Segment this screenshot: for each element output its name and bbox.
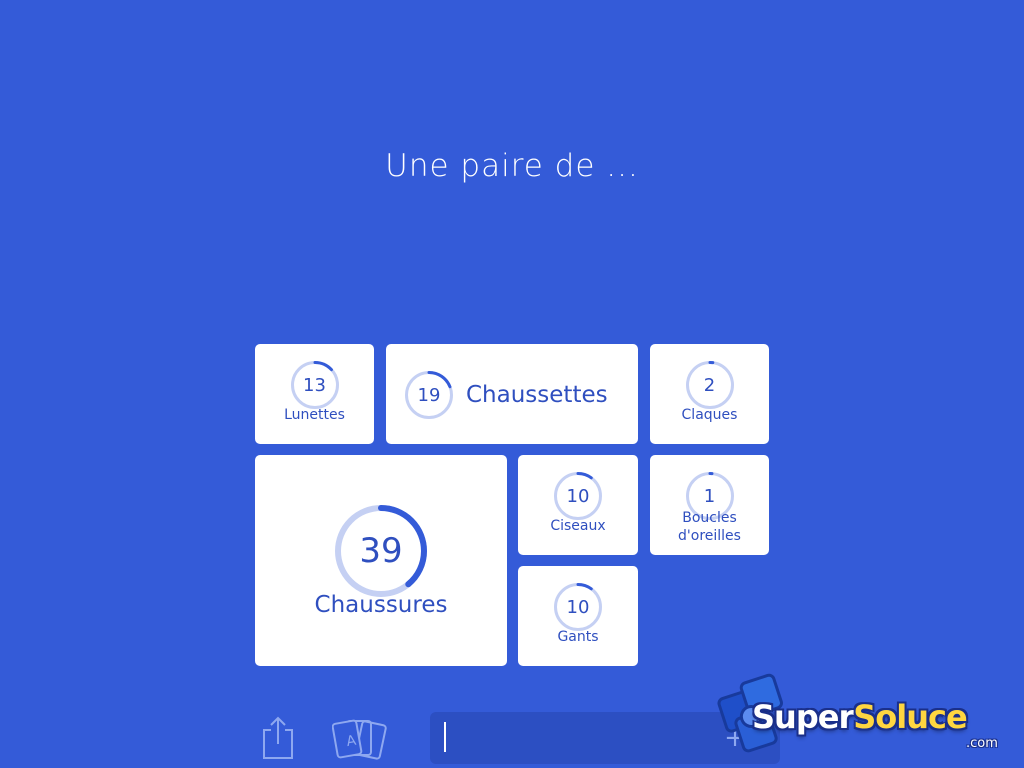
progress-ring: 10 [553,471,603,521]
answer-tile-ciseaux[interactable]: 10 Ciseaux [518,455,638,555]
logo-wordmark: SuperSoluce [752,698,968,736]
answer-label: Lunettes [284,407,345,423]
logo-dotcom: .com [966,736,998,751]
supersoluce-logo: SuperSoluce .com [704,664,1004,764]
answer-tile-chaussettes[interactable]: 19 Chaussettes [386,344,638,444]
answer-count: 10 [566,596,590,618]
text-caret [444,722,446,752]
answer-tile-gants[interactable]: 10 Gants [518,566,638,666]
answer-count: 19 [417,384,441,406]
progress-ring: 39 [334,504,428,598]
answer-count: 2 [703,374,716,396]
answer-label: Gants [557,629,599,645]
answer-label: Chaussettes [466,382,608,408]
answer-label-line-2: d'oreilles [678,528,741,544]
progress-ring: 19 [404,370,454,420]
question-text: Une paire de ... [385,148,639,184]
answer-count: 39 [359,531,403,571]
logo-super: Super [752,698,854,736]
answer-count: 10 [566,485,590,507]
progress-ring: 2 [685,360,735,410]
answer-tile-boucles-doreilles[interactable]: 1 Boucles d'oreilles [650,455,769,555]
answer-count: 13 [303,374,326,396]
logo-soluce: Soluce [853,698,967,736]
answer-label: Claques [681,407,738,423]
cards-icon[interactable]: A [331,716,392,760]
progress-ring: 10 [553,582,603,632]
answer-tile-lunettes[interactable]: 13 Lunettes [255,344,374,444]
progress-ring: 13 [290,360,340,410]
answer-label: Boucles d'oreilles [650,509,769,545]
answer-label-line-1: Boucles [682,510,737,526]
answer-tile-chaussures[interactable]: 39 Chaussures [255,455,507,666]
answer-label: Ciseaux [550,518,606,534]
answer-tile-claques[interactable]: 2 Claques [650,344,769,444]
share-icon[interactable] [258,714,298,760]
answer-label: Chaussures [314,592,448,618]
